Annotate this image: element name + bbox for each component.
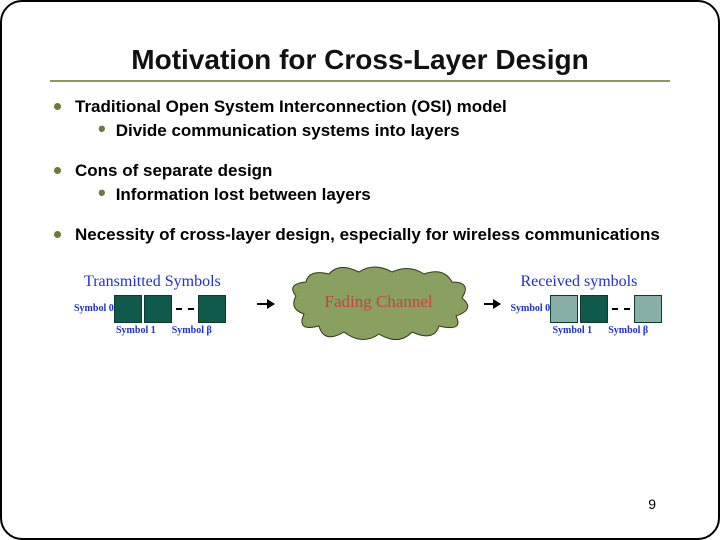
cloud: Fading Channel [284,264,474,344]
slide-title: Motivation for Cross-Layer Design [50,44,670,76]
sub-bullet-2-1: • Information lost between layers [98,184,670,206]
tx-panel: Transmitted Symbols Symbol 0 Symbol 1 Sy… [74,273,247,336]
rx-symb-label: Symbol β [608,325,648,336]
page-number: 9 [648,496,656,512]
arrow-right-icon [257,303,274,305]
content-area: Traditional Open System Interconnection … [50,96,670,344]
rx-bottom-labels: Symbol 1 Symbol β [552,325,670,336]
symbol-box [550,295,578,323]
cloud-label: Fading Channel [324,292,432,312]
bullet-block-3: Necessity of cross-layer design, especia… [54,224,670,246]
dash-icon [612,308,630,310]
slide-frame: Motivation for Cross-Layer Design Tradit… [0,0,720,540]
symbol-box [580,295,608,323]
tx-sym1-label: Symbol 1 [116,325,156,336]
bullet-block-2: Cons of separate design • Information lo… [54,160,670,206]
rx-panel: Received symbols Symbol 0 Symbol 1 Symbo… [510,273,670,336]
bullet-3: Necessity of cross-layer design, especia… [54,224,670,246]
tx-label: Transmitted Symbols [84,273,247,291]
bullet-dot-icon [54,167,61,174]
bullet-1: Traditional Open System Interconnection … [54,96,670,118]
sub-bullet-1-1-text: Divide communication systems into layers [116,120,460,142]
bullet-dot-icon [54,231,61,238]
figure: Transmitted Symbols Symbol 0 Symbol 1 Sy… [74,264,670,344]
arrow-right-icon [484,303,501,305]
bullet-2: Cons of separate design [54,160,670,182]
sub-bullet-dot-icon: • [98,184,106,202]
sub-bullet-2-1-text: Information lost between layers [116,184,371,206]
rx-sym1-label: Symbol 1 [552,325,592,336]
bullet-dot-icon [54,103,61,110]
sub-bullet-dot-icon: • [98,120,106,138]
bullet-1-text: Traditional Open System Interconnection … [75,96,507,118]
dash-icon [176,308,194,310]
tx-sym0-row: Symbol 0 [74,295,247,323]
bullet-block-1: Traditional Open System Interconnection … [54,96,670,142]
bullet-2-text: Cons of separate design [75,160,272,182]
rx-label: Received symbols [520,273,670,291]
symbol-box [144,295,172,323]
symbol-box [634,295,662,323]
tx-boxrow [114,295,226,323]
tx-bottom-labels: Symbol 1 Symbol β [116,325,247,336]
rx-sym0-label: Symbol 0 [510,304,550,314]
bullet-3-text: Necessity of cross-layer design, especia… [75,224,660,246]
rx-boxrow [550,295,662,323]
tx-symb-label: Symbol β [172,325,212,336]
title-underline [50,80,670,82]
symbol-box [114,295,142,323]
sub-bullet-1-1: • Divide communication systems into laye… [98,120,670,142]
symbol-box [198,295,226,323]
rx-sym0-row: Symbol 0 [510,295,670,323]
tx-sym0-label: Symbol 0 [74,304,114,314]
